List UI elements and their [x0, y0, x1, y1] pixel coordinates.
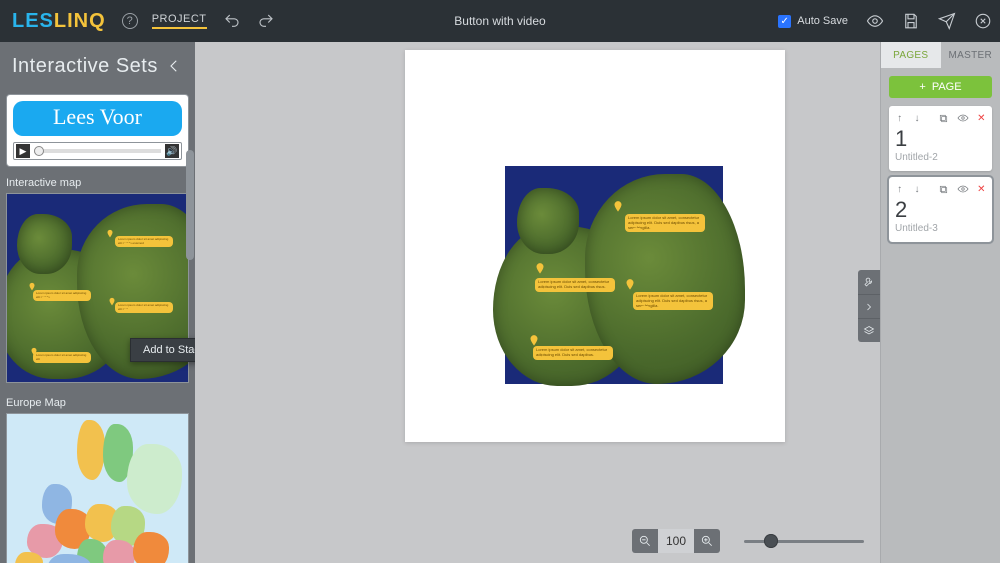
panel-back-button[interactable] [165, 57, 183, 75]
canvas-interactive-map[interactable]: Lorem ipsum dolor sit amet, consectetur … [505, 166, 723, 384]
publish-button[interactable] [938, 12, 956, 30]
page-duplicate-icon[interactable] [938, 112, 949, 124]
page-number: 1 [895, 126, 986, 152]
page-move-down-icon[interactable]: ↓ [912, 112, 921, 124]
audio-player[interactable]: ▶ 🔊 [13, 142, 182, 160]
page-move-up-icon[interactable]: ↑ [895, 112, 904, 124]
page-visibility-icon[interactable] [957, 112, 969, 124]
close-button[interactable] [974, 12, 992, 30]
volume-icon[interactable]: 🔊 [165, 144, 179, 158]
page-move-up-icon[interactable]: ↑ [895, 183, 904, 195]
preview-button[interactable] [866, 12, 884, 30]
save-button[interactable] [902, 12, 920, 30]
page-visibility-icon[interactable] [957, 183, 969, 195]
page-name: Untitled-2 [895, 152, 986, 163]
set-item-leesvoor[interactable]: Lees Voor ▶ 🔊 [6, 94, 189, 167]
artboard[interactable]: Lorem ipsum dolor sit amet, consectetur … [405, 50, 785, 442]
leesvoor-label: Lees Voor [13, 101, 182, 136]
stage[interactable]: Lorem ipsum dolor sit amet, consectetur … [195, 42, 880, 563]
page-delete-icon[interactable]: ✕ [977, 112, 986, 124]
side-toolbar [858, 270, 880, 342]
page-move-down-icon[interactable]: ↓ [912, 183, 921, 195]
plus-icon: + [919, 81, 925, 93]
page-delete-icon[interactable]: ✕ [977, 183, 986, 195]
zoom-in-button[interactable] [694, 529, 720, 553]
autosave-toggle[interactable]: ✓ Auto Save [778, 15, 848, 28]
audio-track[interactable] [34, 149, 161, 153]
page-card[interactable]: ↑ ↓ ✕ 2 Untitled-3 [889, 177, 992, 242]
tab-master[interactable]: MASTER [941, 42, 1000, 68]
set-label-europe-map: Europe Map [0, 393, 195, 413]
set-item-europe-map[interactable] [6, 413, 189, 563]
audio-thumb[interactable] [34, 146, 44, 156]
zoom-value[interactable]: 100 [658, 529, 694, 553]
topbar: LESLINQ ? PROJECT Button with video ✓ Au… [0, 0, 1000, 42]
zoom-controls: 100 [632, 529, 720, 553]
page-name: Untitled-3 [895, 223, 986, 234]
add-page-button[interactable]: + PAGE [889, 76, 992, 98]
autosave-label: Auto Save [797, 15, 848, 27]
tools-button[interactable] [858, 270, 880, 294]
checkbox-icon: ✓ [778, 15, 791, 28]
set-label-interactive-map: Interactive map [0, 173, 195, 193]
layers-button[interactable] [858, 318, 880, 342]
help-icon[interactable]: ? [122, 13, 138, 29]
page-duplicate-icon[interactable] [938, 183, 949, 195]
redo-button[interactable] [257, 12, 275, 30]
add-page-label: PAGE [932, 81, 962, 93]
scroll-thumb[interactable] [186, 150, 194, 260]
expand-button[interactable] [858, 294, 880, 318]
tab-pages[interactable]: PAGES [881, 42, 941, 68]
zoom-out-button[interactable] [632, 529, 658, 553]
page-card[interactable]: ↑ ↓ ✕ 1 Untitled-2 [889, 106, 992, 171]
right-panel: PAGES MASTER + PAGE ↑ ↓ ✕ 1 Untitled-2 ↑… [880, 42, 1000, 563]
app-logo: LESLINQ [12, 10, 106, 33]
page-number: 2 [895, 197, 986, 223]
project-link[interactable]: PROJECT [152, 13, 207, 29]
left-panel-scrollbar[interactable] [186, 90, 194, 559]
play-icon[interactable]: ▶ [16, 144, 30, 158]
left-panel-title: Interactive Sets [12, 55, 158, 78]
zoom-slider-knob[interactable] [764, 534, 778, 548]
zoom-slider[interactable] [744, 537, 864, 545]
left-panel: Interactive Sets Lees Voor ▶ 🔊 Interacti… [0, 42, 195, 563]
undo-button[interactable] [223, 12, 241, 30]
